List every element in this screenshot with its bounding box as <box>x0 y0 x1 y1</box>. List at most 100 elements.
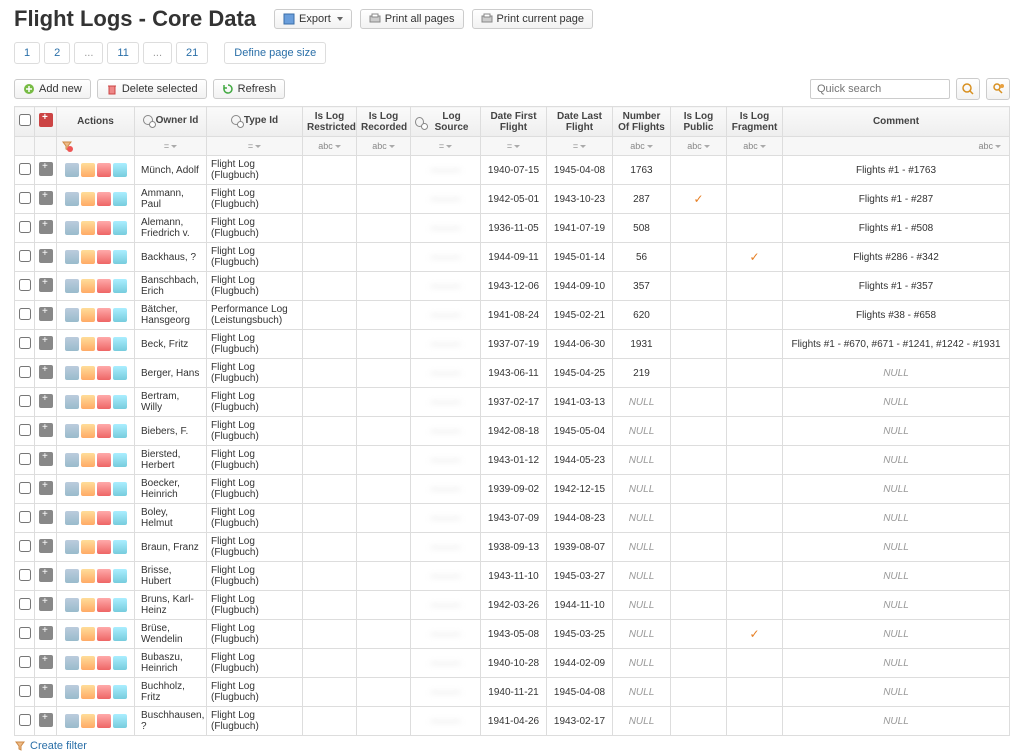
view-icon[interactable] <box>65 569 79 583</box>
filter-dlf[interactable]: = <box>547 137 613 156</box>
date-last-header[interactable]: Date Last Flight <box>547 107 613 137</box>
filter-restricted[interactable]: abc <box>303 137 357 156</box>
edit-icon[interactable] <box>81 163 95 177</box>
filter-pub[interactable]: abc <box>671 137 727 156</box>
view-icon[interactable] <box>65 540 79 554</box>
add-new-button[interactable]: Add new <box>14 79 91 99</box>
delete-icon[interactable] <box>97 627 111 641</box>
view-icon[interactable] <box>65 279 79 293</box>
copy-icon[interactable] <box>113 395 127 409</box>
delete-icon[interactable] <box>97 395 111 409</box>
copy-icon[interactable] <box>113 540 127 554</box>
type-header[interactable]: Type Id <box>207 107 303 137</box>
row-checkbox[interactable] <box>19 714 31 726</box>
expand-row-icon[interactable] <box>39 191 53 205</box>
edit-icon[interactable] <box>81 279 95 293</box>
edit-icon[interactable] <box>81 250 95 264</box>
num-flights-header[interactable]: Number Of Flights <box>613 107 671 137</box>
copy-icon[interactable] <box>113 163 127 177</box>
copy-icon[interactable] <box>113 221 127 235</box>
expand-row-icon[interactable] <box>39 365 53 379</box>
row-checkbox[interactable] <box>19 627 31 639</box>
view-icon[interactable] <box>65 424 79 438</box>
view-icon[interactable] <box>65 308 79 322</box>
expand-row-icon[interactable] <box>39 539 53 553</box>
view-icon[interactable] <box>65 221 79 235</box>
view-icon[interactable] <box>65 656 79 670</box>
delete-icon[interactable] <box>97 279 111 293</box>
filter-nf[interactable]: abc <box>613 137 671 156</box>
row-checkbox[interactable] <box>19 569 31 581</box>
refresh-button[interactable]: Refresh <box>213 79 286 99</box>
edit-icon[interactable] <box>81 685 95 699</box>
edit-icon[interactable] <box>81 366 95 380</box>
row-checkbox[interactable] <box>19 453 31 465</box>
expand-row-icon[interactable] <box>39 626 53 640</box>
expand-row-icon[interactable] <box>39 394 53 408</box>
copy-icon[interactable] <box>113 569 127 583</box>
filter-dff[interactable]: = <box>481 137 547 156</box>
edit-icon[interactable] <box>81 511 95 525</box>
view-icon[interactable] <box>65 482 79 496</box>
fragment-header[interactable]: Is Log Fragment <box>727 107 783 137</box>
copy-icon[interactable] <box>113 656 127 670</box>
view-icon[interactable] <box>65 511 79 525</box>
view-icon[interactable] <box>65 337 79 351</box>
edit-icon[interactable] <box>81 395 95 409</box>
delete-icon[interactable] <box>97 163 111 177</box>
copy-icon[interactable] <box>113 714 127 728</box>
edit-icon[interactable] <box>81 627 95 641</box>
recorded-header[interactable]: Is Log Recorded <box>357 107 411 137</box>
expand-row-icon[interactable] <box>39 336 53 350</box>
row-checkbox[interactable] <box>19 598 31 610</box>
page-btn-11[interactable]: 11 <box>107 42 138 64</box>
public-header[interactable]: Is Log Public <box>671 107 727 137</box>
edit-icon[interactable] <box>81 192 95 206</box>
delete-icon[interactable] <box>97 685 111 699</box>
row-checkbox[interactable] <box>19 250 31 262</box>
delete-icon[interactable] <box>97 656 111 670</box>
copy-icon[interactable] <box>113 424 127 438</box>
copy-icon[interactable] <box>113 192 127 206</box>
copy-icon[interactable] <box>113 308 127 322</box>
filter-comment[interactable]: abc <box>783 137 1010 156</box>
edit-icon[interactable] <box>81 482 95 496</box>
edit-icon[interactable] <box>81 656 95 670</box>
edit-icon[interactable] <box>81 598 95 612</box>
row-checkbox[interactable] <box>19 192 31 204</box>
expand-row-icon[interactable] <box>39 162 53 176</box>
delete-icon[interactable] <box>97 482 111 496</box>
edit-icon[interactable] <box>81 337 95 351</box>
view-icon[interactable] <box>65 366 79 380</box>
page-btn-21[interactable]: 21 <box>176 42 208 64</box>
row-checkbox[interactable] <box>19 308 31 320</box>
expand-row-icon[interactable] <box>39 568 53 582</box>
edit-icon[interactable] <box>81 540 95 554</box>
date-first-header[interactable]: Date First Flight <box>481 107 547 137</box>
filter-type[interactable]: = <box>207 137 303 156</box>
source-header[interactable]: Log Source <box>411 107 481 137</box>
row-checkbox[interactable] <box>19 656 31 668</box>
expand-row-icon[interactable] <box>39 713 53 727</box>
page-btn-1[interactable]: 1 <box>14 42 40 64</box>
edit-icon[interactable] <box>81 221 95 235</box>
collapse-all-icon[interactable] <box>39 113 53 127</box>
filter-clear-icon[interactable] <box>61 140 73 152</box>
delete-icon[interactable] <box>97 366 111 380</box>
copy-icon[interactable] <box>113 482 127 496</box>
delete-icon[interactable] <box>97 453 111 467</box>
expand-row-icon[interactable] <box>39 481 53 495</box>
edit-icon[interactable] <box>81 569 95 583</box>
view-icon[interactable] <box>65 250 79 264</box>
filter-owner[interactable]: = <box>135 137 207 156</box>
view-icon[interactable] <box>65 598 79 612</box>
copy-icon[interactable] <box>113 366 127 380</box>
delete-icon[interactable] <box>97 250 111 264</box>
export-button[interactable]: Export <box>274 9 352 29</box>
view-icon[interactable] <box>65 163 79 177</box>
filter-recorded[interactable]: abc <box>357 137 411 156</box>
define-page-size-button[interactable]: Define page size <box>224 42 326 64</box>
delete-icon[interactable] <box>97 714 111 728</box>
copy-icon[interactable] <box>113 279 127 293</box>
delete-icon[interactable] <box>97 511 111 525</box>
